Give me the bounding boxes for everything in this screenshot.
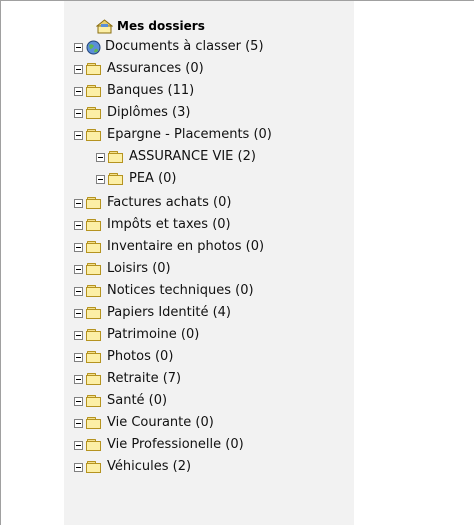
tree-item-label: Santé (0): [107, 393, 168, 408]
folder-icon: [85, 128, 103, 142]
folder-icon: [85, 106, 103, 120]
folder-icon: [85, 240, 103, 254]
tree-item-label: Photos (0): [107, 349, 174, 364]
folder-icon: [107, 150, 125, 164]
tree-item-label: Documents à classer (5): [105, 39, 264, 54]
frame-border-left: [0, 0, 1, 525]
tree-item-label: Assurances (0): [107, 61, 204, 76]
tree-item-impots-taxes[interactable]: Impôts et taxes (0): [74, 216, 231, 234]
collapse-toggle-icon[interactable]: [74, 374, 83, 384]
tree-item-epargne-placements[interactable]: Epargne - Placements (0): [74, 126, 272, 144]
collapse-toggle-icon[interactable]: [74, 42, 83, 52]
folder-icon: [85, 328, 103, 342]
home-folder-icon: [96, 18, 113, 33]
folder-icon: [107, 172, 125, 186]
tree-item-papiers-identite[interactable]: Papiers Identité (4): [74, 304, 231, 322]
folder-icon: [85, 62, 103, 76]
collapse-toggle-icon[interactable]: [74, 396, 83, 406]
folder-icon: [85, 372, 103, 386]
folder-icon: [85, 460, 103, 474]
tree-item-documents-a-classer[interactable]: Documents à classer (5): [74, 38, 264, 56]
folder-icon: [85, 306, 103, 320]
collapse-toggle-icon[interactable]: [74, 86, 83, 96]
collapse-toggle-icon[interactable]: [74, 330, 83, 340]
tree-item-loisirs[interactable]: Loisirs (0): [74, 260, 171, 278]
folder-icon: [85, 394, 103, 408]
tree-item-assurances[interactable]: Assurances (0): [74, 60, 204, 78]
collapse-toggle-icon[interactable]: [96, 174, 105, 184]
collapse-toggle-icon[interactable]: [74, 108, 83, 118]
collapse-toggle-icon[interactable]: [74, 418, 83, 428]
collapse-toggle-icon[interactable]: [74, 286, 83, 296]
collapse-toggle-icon[interactable]: [74, 242, 83, 252]
tree-item-label: Banques (11): [107, 83, 195, 98]
collapse-toggle-icon[interactable]: [96, 152, 105, 162]
collapse-toggle-icon[interactable]: [74, 352, 83, 362]
collapse-toggle-icon[interactable]: [74, 64, 83, 74]
tree-item-label: Diplômes (3): [107, 105, 191, 120]
tree-item-label: Papiers Identité (4): [107, 305, 232, 320]
tree-item-retraite[interactable]: Retraite (7): [74, 370, 181, 388]
tree-item-label: Vie Professionelle (0): [107, 437, 244, 452]
tree-item-notices-techniques[interactable]: Notices techniques (0): [74, 282, 254, 300]
tree-item-factures-achats[interactable]: Factures achats (0): [74, 194, 231, 212]
tree-item-label: Patrimoine (0): [107, 327, 200, 342]
content-panel: [354, 1, 474, 525]
folder-icon: [85, 416, 103, 430]
collapse-toggle-icon[interactable]: [74, 220, 83, 230]
tree-item-diplomes[interactable]: Diplômes (3): [74, 104, 190, 122]
tree-item-photos[interactable]: Photos (0): [74, 348, 173, 366]
tree-item-assurance-vie[interactable]: ASSURANCE VIE (2): [96, 148, 256, 166]
folder-tree-window: Mes dossiers Documents à classer (5) Ass…: [0, 0, 474, 525]
tree-item-label: Factures achats (0): [107, 195, 232, 210]
folder-icon: [85, 350, 103, 364]
tree-item-patrimoine[interactable]: Patrimoine (0): [74, 326, 199, 344]
folder-icon: [85, 84, 103, 98]
tree-item-pea[interactable]: PEA (0): [96, 170, 177, 188]
collapse-toggle-icon[interactable]: [74, 264, 83, 274]
tree-root-label: Mes dossiers: [117, 19, 205, 33]
tree-item-label: Impôts et taxes (0): [107, 217, 231, 232]
collapse-toggle-icon[interactable]: [74, 440, 83, 450]
folder-icon: [85, 196, 103, 210]
tree-item-label: Retraite (7): [107, 371, 182, 386]
folder-icon: [85, 262, 103, 276]
collapse-toggle-icon[interactable]: [74, 308, 83, 318]
collapse-toggle-icon[interactable]: [74, 130, 83, 140]
tree-item-inventaire-photos[interactable]: Inventaire en photos (0): [74, 238, 264, 256]
tree-item-vehicules[interactable]: Véhicules (2): [74, 458, 191, 476]
tree-item-label: Epargne - Placements (0): [107, 127, 272, 142]
tree-root[interactable]: Mes dossiers: [96, 17, 205, 35]
folder-icon: [85, 218, 103, 232]
tree-item-vie-courante[interactable]: Vie Courante (0): [74, 414, 214, 432]
tree-item-label: Notices techniques (0): [107, 283, 254, 298]
folder-tree-panel: Mes dossiers Documents à classer (5) Ass…: [64, 1, 354, 525]
tree-item-label: Véhicules (2): [107, 459, 192, 474]
folder-icon: [85, 438, 103, 452]
tree-item-banques[interactable]: Banques (11): [74, 82, 194, 100]
globe-icon: [86, 40, 101, 54]
folder-icon: [85, 284, 103, 298]
collapse-toggle-icon[interactable]: [74, 198, 83, 208]
tree-item-label: ASSURANCE VIE (2): [129, 149, 256, 164]
tree-item-label: Loisirs (0): [107, 261, 171, 276]
tree-item-label: PEA (0): [129, 171, 177, 186]
tree-item-vie-professionelle[interactable]: Vie Professionelle (0): [74, 436, 244, 454]
tree-item-label: Vie Courante (0): [107, 415, 214, 430]
tree-item-sante[interactable]: Santé (0): [74, 392, 167, 410]
collapse-toggle-icon[interactable]: [74, 462, 83, 472]
tree-item-label: Inventaire en photos (0): [107, 239, 265, 254]
